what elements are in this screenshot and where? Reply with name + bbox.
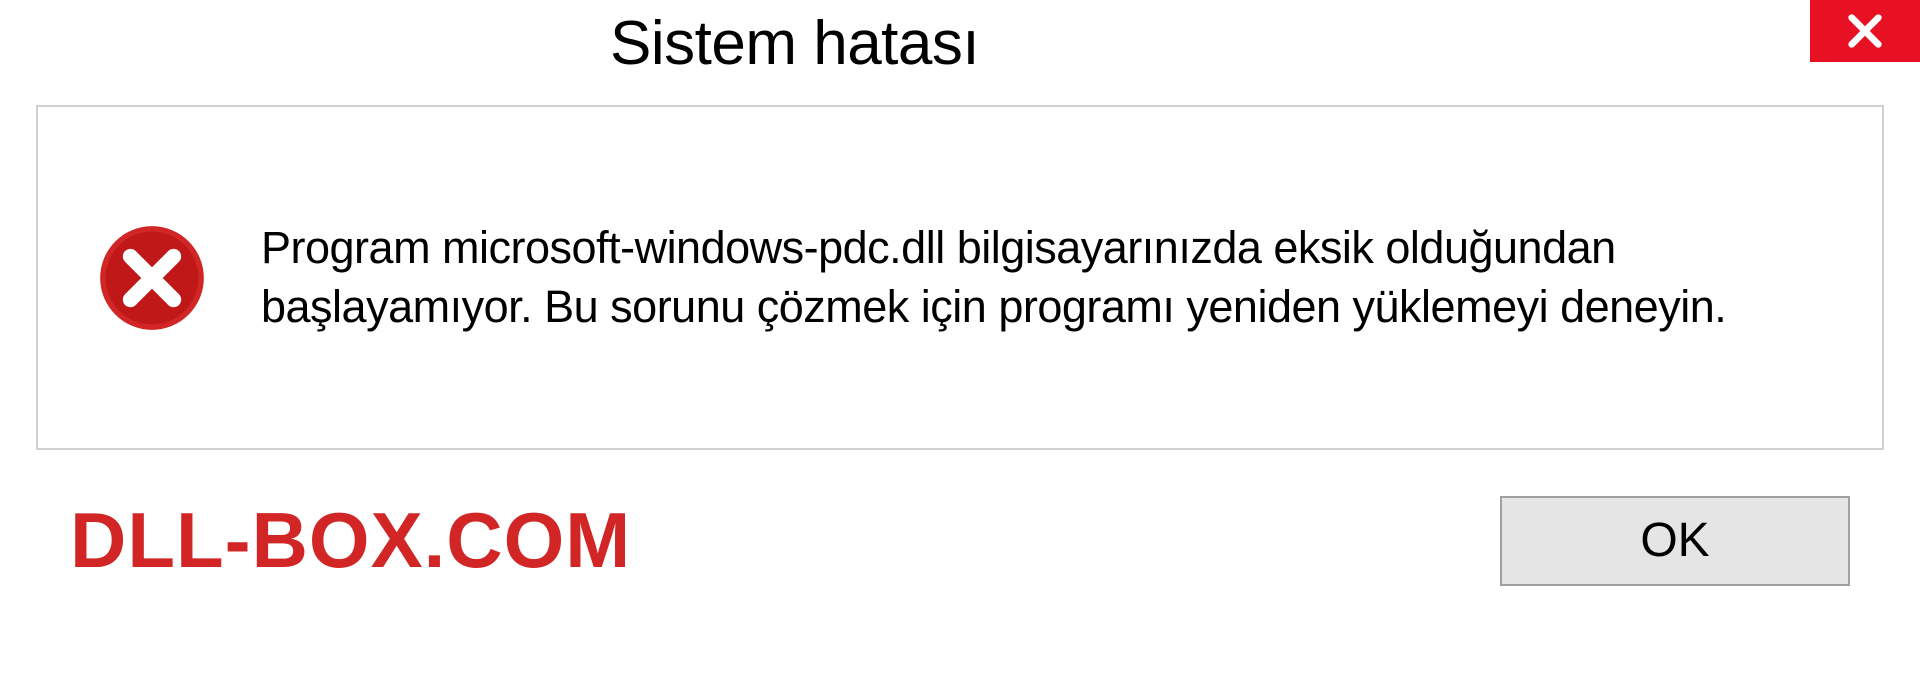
watermark-text: DLL-BOX.COM	[70, 495, 631, 586]
close-icon	[1845, 11, 1885, 51]
error-message: Program microsoft-windows-pdc.dll bilgis…	[261, 219, 1822, 336]
titlebar: Sistem hatası	[0, 0, 1920, 105]
ok-button[interactable]: OK	[1500, 496, 1850, 586]
error-dialog: Sistem hatası Program microsoft-windows-…	[0, 0, 1920, 692]
content-panel: Program microsoft-windows-pdc.dll bilgis…	[36, 105, 1884, 450]
dialog-title: Sistem hatası	[0, 0, 979, 79]
dialog-footer: DLL-BOX.COM OK	[0, 450, 1920, 586]
error-icon	[98, 224, 206, 332]
close-button[interactable]	[1810, 0, 1920, 62]
